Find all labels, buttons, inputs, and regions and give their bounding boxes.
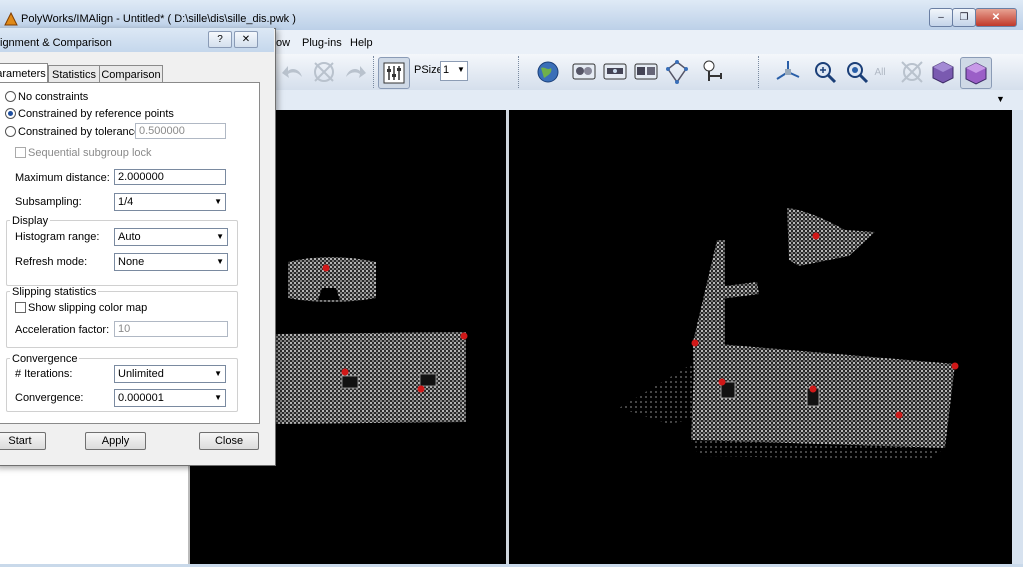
reference-marker: [341, 368, 349, 376]
acceleration-factor-label: Acceleration factor:: [15, 324, 110, 336]
toolbar-separator: [758, 56, 763, 88]
dialog-title: ignment & Comparison: [0, 37, 112, 49]
refresh-mode-label: Refresh mode:: [15, 256, 88, 268]
max-distance-field[interactable]: 2.000000: [114, 169, 226, 185]
show-slipping-map-checkbox[interactable]: [15, 302, 26, 313]
help-button[interactable]: ?: [208, 31, 232, 48]
chevron-down-icon: ▼: [216, 257, 224, 266]
iterations-value: Unlimited: [118, 368, 164, 380]
toggle-panel-icon[interactable]: [378, 57, 410, 89]
reference-marker: [895, 411, 903, 419]
reference-marker: [812, 232, 820, 240]
radio-tolerance[interactable]: [5, 126, 16, 137]
reference-points-label: Constrained by reference points: [18, 108, 174, 120]
viewport-right[interactable]: [509, 110, 1012, 564]
reference-marker: [718, 378, 726, 386]
cube-purple-icon[interactable]: [960, 57, 992, 89]
scan-building-left: [276, 332, 466, 424]
tab-comparison[interactable]: Comparison: [99, 65, 163, 83]
histogram-range-label: Histogram range:: [15, 231, 100, 243]
reference-marker: [809, 385, 817, 393]
align-icon[interactable]: [309, 57, 339, 87]
start-button[interactable]: Start: [0, 432, 46, 450]
reference-marker: [691, 339, 699, 347]
window-title: PolyWorks/IMAlign - Untitled* ( D:\sille…: [21, 13, 296, 25]
axes-icon[interactable]: [773, 57, 803, 87]
display-group-title: Display: [10, 215, 51, 227]
chevron-down-icon: ▼: [214, 369, 222, 378]
subsampling-label: Subsampling:: [15, 196, 82, 208]
chevron-down-icon: ▼: [214, 393, 222, 402]
slipping-group-title: Slipping statistics: [10, 286, 99, 298]
apply-button[interactable]: Apply: [85, 432, 146, 450]
tab-parameters[interactable]: arameters: [0, 63, 48, 84]
sequential-lock-checkbox[interactable]: [15, 147, 26, 158]
tab-statistics[interactable]: Statistics: [48, 65, 100, 83]
app-icon: [4, 12, 18, 26]
histogram-range-value: Auto: [118, 231, 141, 243]
scanner-icon[interactable]: [600, 57, 630, 87]
close-button[interactable]: Close: [199, 432, 259, 450]
convergence-label: Convergence:: [15, 392, 84, 404]
pivot-icon[interactable]: [697, 57, 727, 87]
menu-plugins[interactable]: Plug-ins: [302, 37, 342, 49]
restore-button[interactable]: ❐: [952, 8, 976, 27]
max-distance-label: Maximum distance:: [15, 172, 110, 184]
compare-icon[interactable]: [569, 57, 599, 87]
zoom-icon[interactable]: [810, 57, 840, 87]
show-slipping-map-label: Show slipping color map: [28, 302, 148, 314]
reference-marker: [322, 264, 330, 272]
zoom-all-button[interactable]: All: [869, 57, 891, 87]
scanner-multi-icon[interactable]: [631, 57, 661, 87]
scan-tower-right: [787, 208, 875, 266]
chevron-down-icon: ▼: [457, 65, 465, 74]
histogram-range-select[interactable]: Auto ▼: [114, 228, 228, 246]
iterations-select[interactable]: Unlimited ▼: [114, 365, 226, 383]
psize-value: 1: [443, 64, 450, 76]
chevron-down-icon[interactable]: ▼: [996, 94, 1005, 104]
radio-reference-points[interactable]: [5, 108, 16, 119]
convergence-group-title: Convergence: [10, 353, 80, 365]
slipping-group: [6, 291, 238, 348]
dialog-close-icon[interactable]: ✕: [234, 31, 258, 48]
convergence-select[interactable]: 0.000001 ▼: [114, 389, 226, 407]
close-window-button[interactable]: ✕: [975, 8, 1017, 27]
tolerance-label: Constrained by tolerance: [18, 126, 141, 138]
convergence-value: 0.000001: [118, 392, 164, 404]
chevron-down-icon: ▼: [216, 232, 224, 241]
no-constraints-label: No constraints: [18, 91, 89, 103]
disabled-tool-icon[interactable]: [897, 57, 927, 87]
minimize-button[interactable]: ‒: [929, 8, 953, 27]
zoom-all-label: All: [874, 66, 886, 78]
zoom-out-icon[interactable]: [842, 57, 872, 87]
globe-icon[interactable]: [533, 57, 563, 87]
acceleration-factor-field[interactable]: 10: [114, 321, 228, 337]
subsampling-value: 1/4: [118, 196, 134, 208]
sequential-lock-label: Sequential subgroup lock: [28, 147, 152, 159]
window-edge: [1012, 110, 1023, 564]
refresh-mode-value: None: [118, 256, 145, 268]
point-cloud-right: [619, 208, 959, 460]
cube-shaded-icon[interactable]: [928, 57, 958, 87]
chevron-down-icon: ▼: [214, 197, 222, 206]
reference-marker: [951, 362, 959, 370]
undo-icon[interactable]: [278, 57, 308, 87]
menu-help[interactable]: Help: [350, 37, 373, 49]
iterations-label: # Iterations:: [15, 368, 73, 380]
radio-no-constraints[interactable]: [5, 91, 16, 102]
network-icon[interactable]: [662, 57, 692, 87]
subsampling-select[interactable]: 1/4 ▼: [114, 193, 226, 211]
menu-window[interactable]: ow: [276, 37, 290, 49]
tolerance-field[interactable]: 0.500000: [135, 123, 226, 139]
psize-label: PSize: [414, 64, 443, 76]
reference-marker: [460, 332, 468, 340]
reference-marker: [417, 385, 425, 393]
redo-icon[interactable]: [340, 57, 370, 87]
refresh-mode-select[interactable]: None ▼: [114, 253, 228, 271]
toolbar-separator: [518, 56, 523, 88]
